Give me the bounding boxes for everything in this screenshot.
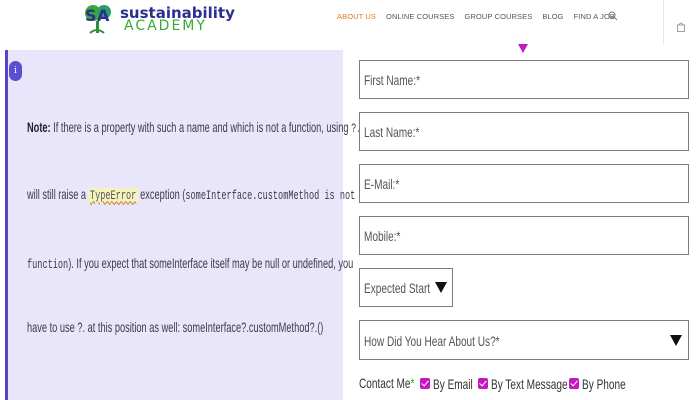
note-label: Note: — [27, 119, 51, 135]
contact-me-label: Contact Me* — [359, 375, 414, 391]
site-logo[interactable]: S A sustainability ACADEMY — [82, 3, 235, 35]
mobile-placeholder: Mobile:* — [364, 228, 401, 244]
note-code-typeerror[interactable]: TypeError — [88, 188, 138, 203]
svg-text:S: S — [85, 6, 97, 25]
last-name-placeholder: Last Name:* — [364, 124, 420, 140]
checkbox-email-label: By Email — [433, 376, 473, 392]
note-panel — [5, 50, 343, 400]
note-text-1: If there is a property with such a name … — [53, 119, 349, 135]
note-line-1: Note: If there is a property with such a… — [27, 118, 361, 138]
main-nav: ABOUT US ONLINE COURSES GROUP COURSES BL… — [337, 12, 615, 24]
note-text-2a: will still raise a — [27, 186, 87, 202]
expected-start-caret-box — [430, 269, 452, 306]
nav-item-online-courses[interactable]: ONLINE COURSES — [386, 12, 455, 24]
form-pointer-marker — [518, 44, 528, 53]
checkbox-email[interactable] — [420, 378, 430, 389]
header-divider — [663, 0, 664, 44]
note-line-3: function). If you expect that someInterf… — [27, 254, 353, 274]
checkbox-phone-label: By Phone — [582, 376, 626, 392]
first-name-placeholder: First Name:* — [364, 72, 421, 88]
mobile-field[interactable]: Mobile:* — [359, 216, 689, 255]
shopping-bag-icon[interactable] — [676, 22, 686, 32]
expected-start-value: Expected Start Y — [364, 280, 440, 296]
email-field[interactable]: E-Mail:* — [359, 164, 689, 203]
info-icon: i — [9, 61, 22, 81]
checkbox-text-message[interactable] — [478, 378, 488, 389]
note-code-function: function — [27, 257, 69, 272]
contact-me-text: Contact Me — [359, 375, 411, 391]
search-icon[interactable] — [608, 11, 618, 21]
note-code-message: someInterface.customMethod is not a — [185, 188, 366, 203]
email-placeholder: E-Mail:* — [364, 176, 400, 192]
note-text-4: have to use ?. at this position as well:… — [27, 319, 324, 335]
chevron-down-icon — [435, 282, 447, 293]
nav-item-about-us[interactable]: ABOUT US — [337, 12, 376, 24]
how-did-you-hear-select[interactable]: How Did You Hear About Us?* — [359, 320, 689, 360]
first-name-field[interactable]: First Name:* — [359, 60, 689, 99]
last-name-field[interactable]: Last Name:* — [359, 112, 689, 151]
chevron-down-icon — [670, 335, 682, 346]
note-text-3: ). If you expect that someInterface itse… — [68, 255, 354, 271]
checkbox-text-message-label: By Text Message — [491, 376, 568, 392]
nav-item-group-courses[interactable]: GROUP COURSES — [465, 12, 533, 24]
note-line-4: have to use ?. at this position as well:… — [27, 318, 323, 336]
site-header: S A sustainability ACADEMY ABOUT US ONLI… — [0, 0, 700, 44]
nav-item-blog[interactable]: BLOG — [542, 12, 563, 24]
note-text-2b: exception ( — [140, 186, 186, 202]
checkbox-phone[interactable] — [569, 378, 579, 389]
expected-start-select[interactable]: Expected Start Y — [359, 268, 453, 307]
required-asterisk: * — [410, 375, 415, 391]
logo-text-secondary: ACADEMY — [124, 18, 207, 34]
note-line-2: will still raise a TypeError exception (… — [27, 185, 366, 205]
how-did-you-hear-value: How Did You Hear About Us?* — [364, 333, 500, 349]
logo-tree-icon: S A — [85, 5, 111, 34]
